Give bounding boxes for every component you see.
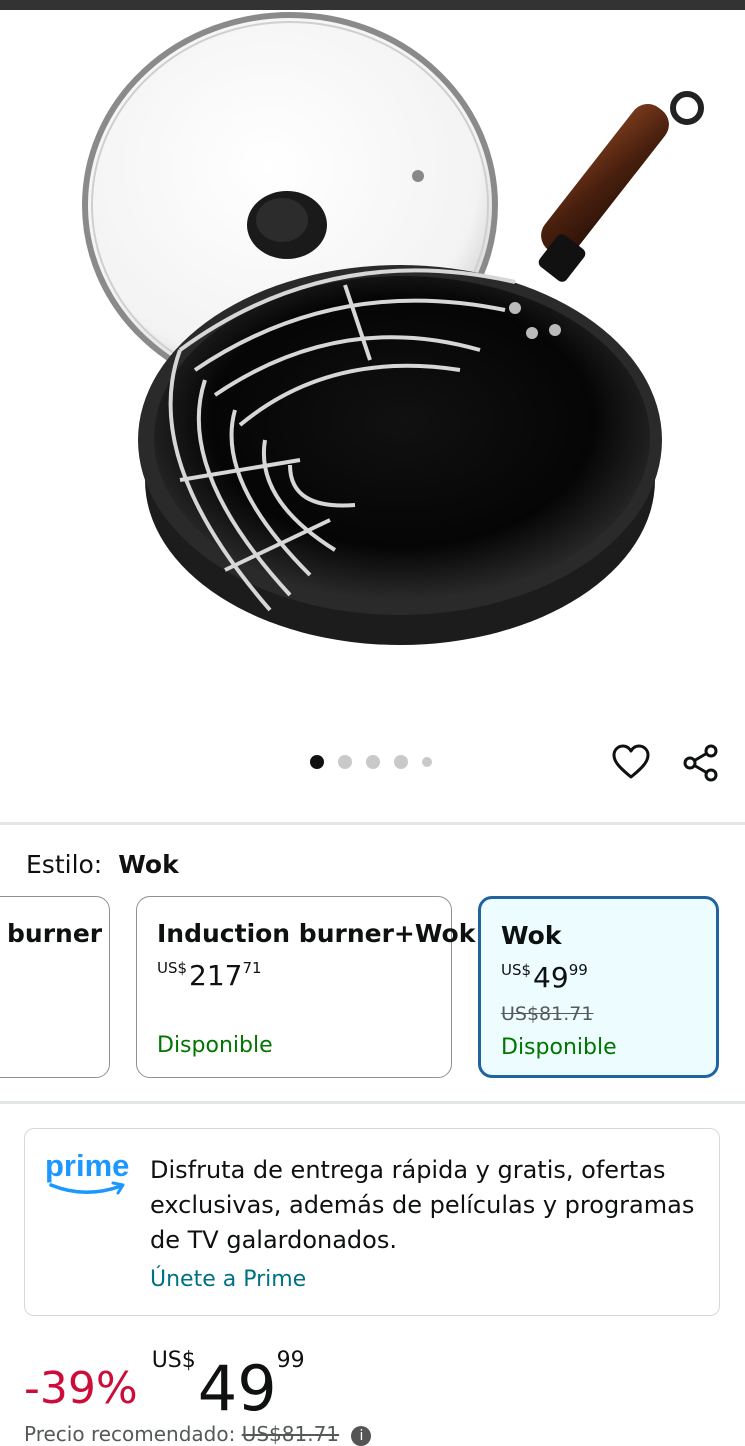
style-option-price: US$4999 xyxy=(501,961,588,994)
price-cents: 99 xyxy=(276,1348,305,1373)
price-block: -39% US$4999 xyxy=(24,1348,305,1425)
info-icon[interactable]: i xyxy=(351,1425,372,1446)
availability-text: Disponible xyxy=(501,1035,617,1060)
product-image[interactable] xyxy=(0,10,745,710)
join-prime-link[interactable]: Únete a Prime xyxy=(150,1267,306,1292)
price-whole: 49 xyxy=(197,1352,277,1425)
price-currency: US$ xyxy=(151,1348,196,1373)
gallery-dot[interactable] xyxy=(338,755,352,769)
section-divider xyxy=(0,822,745,825)
style-option-induction-burner-wok[interactable]: Induction burner+Wok US$21771 Disponible xyxy=(136,896,475,1078)
wok-illustration xyxy=(82,12,704,645)
style-selected-value: Wok xyxy=(118,850,179,879)
recommended-price: Precio recomendado: US$81.71 i xyxy=(24,1422,372,1446)
style-option-burner[interactable]: burner xyxy=(0,896,110,1078)
prime-banner: prime Disfruta de entrega rápida y grati… xyxy=(24,1128,720,1316)
style-label: Estilo: Wok xyxy=(26,850,179,879)
section-divider xyxy=(0,1101,745,1104)
gallery-dot[interactable] xyxy=(422,757,432,767)
gallery-dot[interactable] xyxy=(394,755,408,769)
style-option-wok[interactable]: Wok US$4999 US$81.71 Disponible xyxy=(478,896,719,1078)
style-option-price: US$21771 xyxy=(157,959,262,992)
recommended-price-label: Precio recomendado: xyxy=(24,1422,236,1446)
share-icon[interactable] xyxy=(682,744,720,782)
availability-text: Disponible xyxy=(157,1033,273,1058)
gallery-pagination[interactable] xyxy=(310,754,432,770)
style-option-name: Wok xyxy=(501,921,562,950)
prime-description: Disfruta de entrega rápida y gratis, ofe… xyxy=(150,1156,695,1254)
gallery-dot[interactable] xyxy=(366,755,380,769)
strike-price: US$81.71 xyxy=(501,1003,594,1025)
discount-percentage: -39% xyxy=(24,1363,138,1414)
recommended-price-value: US$81.71 xyxy=(241,1422,340,1446)
style-option-name: burner xyxy=(7,919,103,948)
heart-icon[interactable] xyxy=(612,744,650,780)
prime-logo: prime xyxy=(45,1150,131,1197)
style-label-text: Estilo: xyxy=(26,850,103,879)
gallery-dot[interactable] xyxy=(310,755,324,769)
style-option-name: Induction burner+Wok xyxy=(157,919,476,948)
status-bar xyxy=(0,0,745,10)
